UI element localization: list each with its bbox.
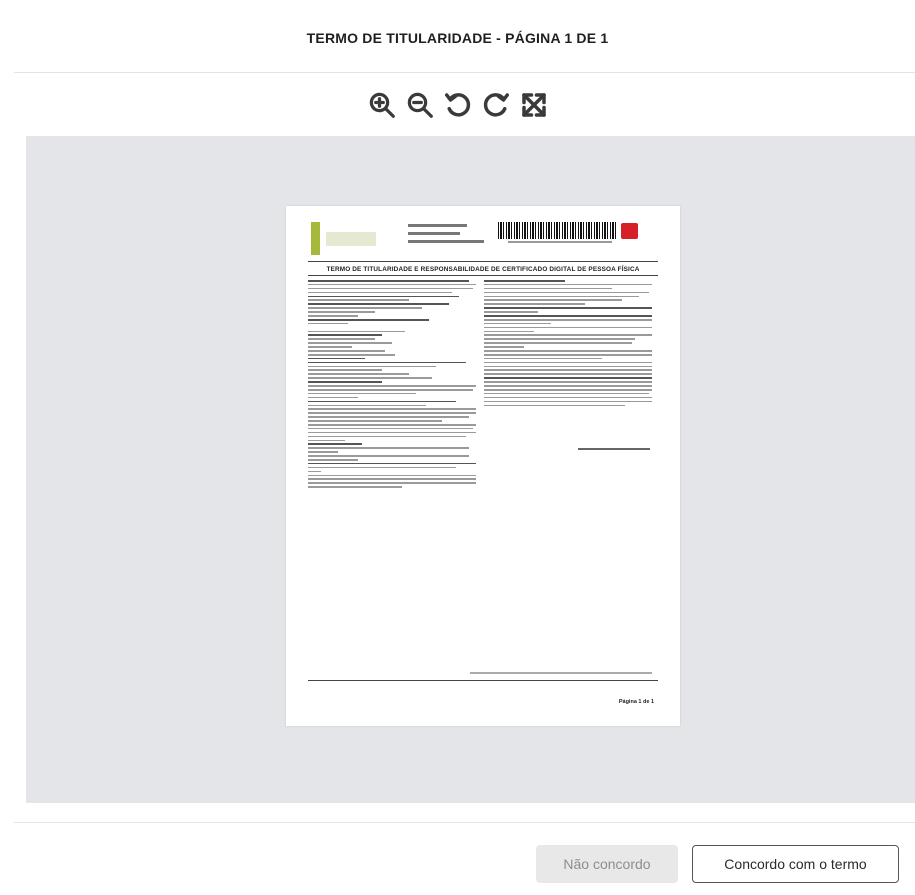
disagree-button[interactable]: Não concordo bbox=[536, 845, 678, 883]
document-header-info bbox=[408, 224, 492, 248]
document-left-column bbox=[308, 280, 476, 490]
barcode bbox=[498, 222, 616, 239]
rotate-right-button[interactable] bbox=[479, 88, 513, 122]
barcode-number bbox=[508, 241, 612, 243]
header-divider bbox=[14, 72, 915, 73]
rotate-left-icon bbox=[444, 93, 470, 117]
red-badge-icon bbox=[621, 223, 638, 239]
action-bar: Não concordo Concordo com o termo bbox=[536, 845, 899, 883]
issuer-logo bbox=[311, 222, 320, 255]
document-header-divider bbox=[308, 261, 658, 262]
page-title: TERMO DE TITULARIDADE - PÁGINA 1 DE 1 bbox=[306, 30, 609, 46]
footer-divider bbox=[14, 822, 915, 823]
document-right-column bbox=[484, 280, 652, 408]
document-page: TERMO DE TITULARIDADE E RESPONSABILIDADE… bbox=[286, 206, 680, 726]
issuer-logo-text bbox=[326, 232, 376, 246]
fit-screen-button[interactable] bbox=[517, 88, 551, 122]
document-footnote bbox=[470, 672, 652, 674]
zoom-in-button[interactable] bbox=[365, 88, 399, 122]
zoom-out-button[interactable] bbox=[403, 88, 437, 122]
document-title-divider bbox=[308, 275, 658, 276]
signature-date-line bbox=[578, 448, 650, 450]
viewer-toolbar bbox=[0, 88, 915, 122]
document-footer-divider bbox=[308, 680, 658, 681]
document-viewer[interactable]: TERMO DE TITULARIDADE E RESPONSABILIDADE… bbox=[26, 136, 915, 803]
fit-screen-icon bbox=[521, 93, 546, 117]
zoom-out-icon bbox=[407, 92, 433, 118]
rotate-right-icon bbox=[483, 93, 509, 117]
document-title: TERMO DE TITULARIDADE E RESPONSABILIDADE… bbox=[326, 266, 640, 273]
zoom-in-icon bbox=[369, 92, 395, 118]
agree-button[interactable]: Concordo com o termo bbox=[692, 845, 899, 883]
document-page-label: Página 1 de 1 bbox=[618, 699, 654, 705]
rotate-left-button[interactable] bbox=[441, 88, 475, 122]
